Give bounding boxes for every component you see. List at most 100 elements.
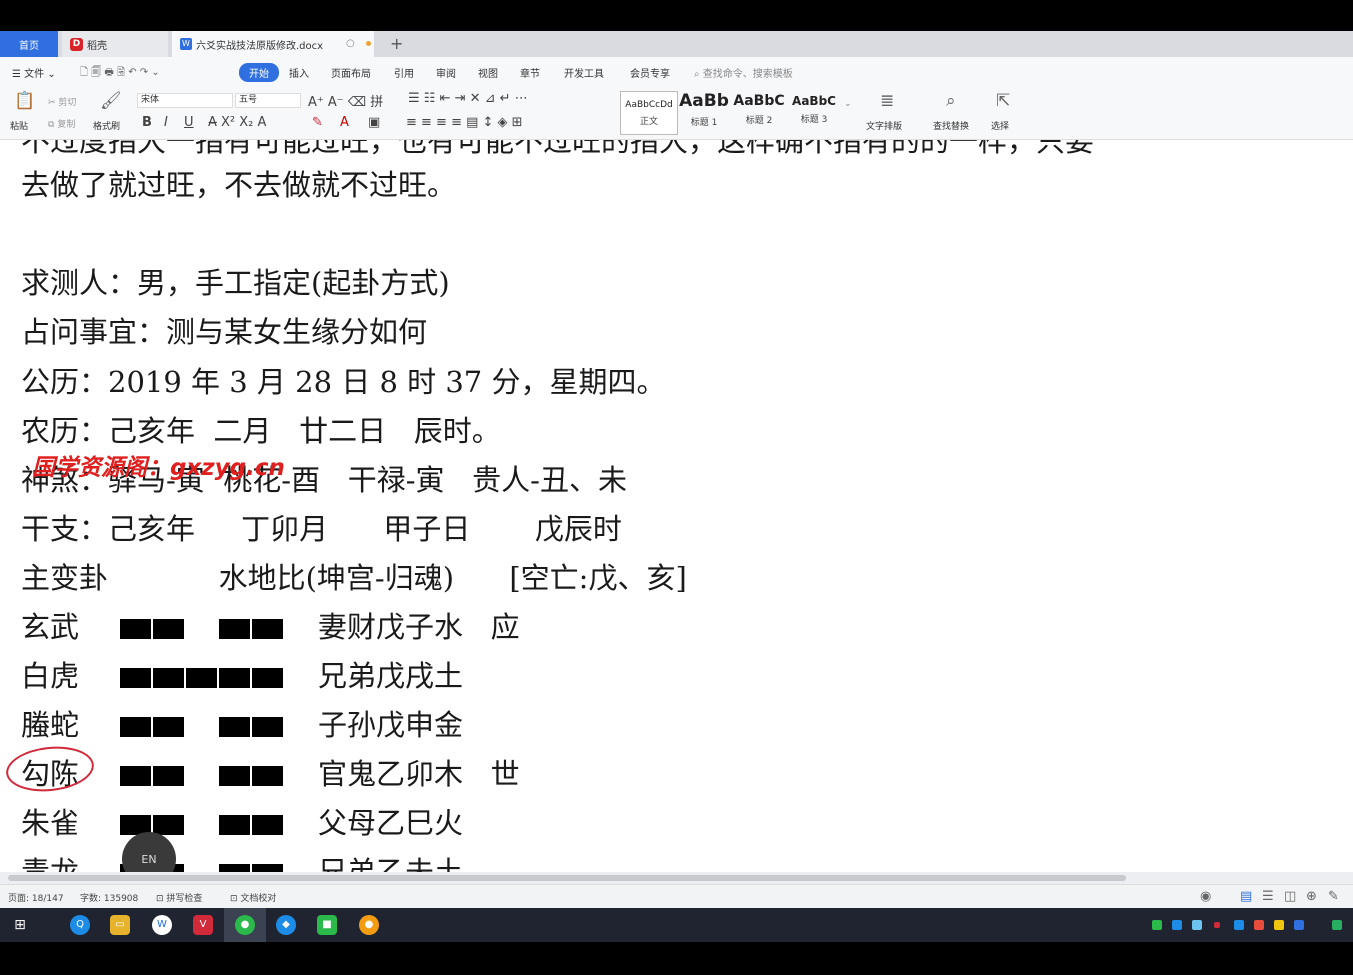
- paste-button-label[interactable]: 粘贴: [10, 119, 28, 132]
- tray-icon[interactable]: [1254, 920, 1264, 930]
- new-tab-icon[interactable]: +: [390, 34, 403, 53]
- yao-segment: [219, 864, 284, 872]
- browser-icon[interactable]: Q: [70, 915, 90, 935]
- media-player-icon[interactable]: ●: [359, 915, 379, 935]
- style-normal[interactable]: AaBbCcDd 正文: [620, 91, 678, 135]
- tab-close-icon[interactable]: ○: [346, 38, 355, 49]
- tray-icon[interactable]: [1214, 922, 1220, 928]
- menu-references[interactable]: 引用: [394, 65, 414, 80]
- quick-access-icons[interactable]: 🗋 🗐 🖶 🗟 ↶ ↷ ⌄: [80, 65, 160, 82]
- style-heading-2-sample: AaBbC: [733, 93, 785, 109]
- horizontal-scrollbar-thumb[interactable]: [8, 875, 1126, 881]
- strikethrough-superscript-subscript-icons[interactable]: A̶ X² X₂ A: [208, 115, 266, 130]
- select-button[interactable]: 选择: [991, 119, 1009, 132]
- menu-insert[interactable]: 插入: [289, 65, 309, 80]
- menu-review[interactable]: 审阅: [436, 65, 456, 80]
- yao-segment: [219, 619, 284, 639]
- spell-check[interactable]: ⊡ 拼写检查: [156, 891, 202, 904]
- reading-view-icon[interactable]: ◫: [1284, 889, 1296, 904]
- word-count[interactable]: 字数: 135908: [80, 891, 138, 904]
- font-size-select[interactable]: 五号: [235, 93, 301, 108]
- yao-segment: [120, 668, 284, 688]
- file-explorer-icon[interactable]: ▭: [110, 915, 130, 935]
- ribbon-toolbar: 📋 粘贴 ✂ 剪切 ⧉ 复制 🖌 格式刷 宋体 五号 A⁺ A⁻ ⌫ 拼 B I…: [0, 87, 1353, 140]
- menu-file[interactable]: ☰ 文件 ⌄: [12, 65, 56, 80]
- font-color-icon[interactable]: A: [340, 115, 349, 130]
- bluetooth-icon[interactable]: [1234, 920, 1244, 930]
- watermark-text: 国学资源阁：gxzyg.cn: [32, 455, 285, 481]
- style-normal-sample: AaBbCcDd: [625, 100, 673, 110]
- wps-app-icon[interactable]: W: [152, 915, 172, 935]
- wps-writer-icon[interactable]: V: [193, 915, 213, 935]
- page-view-icon[interactable]: ▤: [1240, 889, 1252, 904]
- italic-icon[interactable]: I: [164, 115, 168, 130]
- find-replace-icon[interactable]: ⌕: [946, 91, 956, 111]
- doc-line-querent: 求测人：男，手工指定(起卦方式): [21, 266, 450, 300]
- tab-daoke[interactable]: D 稻壳: [62, 31, 168, 57]
- bold-icon[interactable]: B: [142, 115, 152, 130]
- styles-more-icon[interactable]: ⌄: [844, 99, 852, 109]
- tray-icon[interactable]: [1192, 920, 1202, 930]
- font-grow-shrink-icons[interactable]: A⁺ A⁻ ⌫ 拼: [308, 91, 383, 110]
- underline-icon[interactable]: U: [184, 115, 194, 130]
- web-view-icon[interactable]: ⊕: [1306, 889, 1317, 904]
- doc-proofread[interactable]: ⊡ 文档校对: [230, 891, 276, 904]
- menu-view[interactable]: 视图: [478, 65, 498, 80]
- format-painter-icon[interactable]: 🖌: [100, 91, 122, 111]
- select-cursor-icon[interactable]: ⇱: [996, 91, 1010, 111]
- write-mode-icon[interactable]: ✎: [1328, 889, 1339, 904]
- find-replace-button[interactable]: 查找替换: [933, 119, 969, 132]
- yao-spirit: 螣蛇: [21, 708, 80, 742]
- font-family-value: 宋体: [141, 95, 160, 105]
- highlight-icon[interactable]: ✎: [312, 115, 323, 130]
- eye-protection-icon[interactable]: ◉: [1200, 889, 1211, 904]
- menu-chapter[interactable]: 章节: [520, 65, 540, 80]
- char-border-icon[interactable]: ▣: [368, 115, 380, 130]
- menu-developer[interactable]: 开发工具: [564, 65, 604, 80]
- style-heading-1[interactable]: AaBb 标题 1: [678, 91, 730, 133]
- tab-document[interactable]: W 六爻实战技法原版修改.docx: [172, 31, 374, 57]
- windows-start-icon[interactable]: ⊞: [10, 915, 30, 935]
- network-icon[interactable]: [1332, 920, 1342, 930]
- menu-start[interactable]: 开始: [239, 63, 279, 82]
- yao-segment: [219, 717, 284, 737]
- yao-text: 兄弟戊戌土: [318, 659, 464, 693]
- tab-document-label: 六爻实战技法原版修改.docx: [196, 40, 324, 52]
- page-count[interactable]: 页面: 18/147: [8, 891, 64, 904]
- yao-spirit: 青龙: [21, 855, 80, 872]
- wechat-icon[interactable]: ●: [235, 915, 255, 935]
- scissors-icon: ✂: [48, 98, 56, 108]
- tray-icon[interactable]: [1172, 920, 1182, 930]
- tray-icon[interactable]: [1274, 920, 1284, 930]
- format-painter-label[interactable]: 格式刷: [93, 119, 120, 132]
- outline-view-icon[interactable]: ☰: [1262, 889, 1274, 904]
- document-canvas[interactable]: 不过度指大一指有可能过旺，也有可能不过旺的指大，这样确不指有的的一样，只要 去做…: [0, 140, 1353, 872]
- status-bar: 页面: 18/147 字数: 135908 ⊡ 拼写检查 ⊡ 文档校对 ◉ ▤ …: [0, 884, 1353, 908]
- paste-icon[interactable]: 📋: [14, 91, 35, 111]
- command-search[interactable]: ⌕ 查找命令、搜索模板: [694, 65, 793, 80]
- doc-line: 去做了就过旺，不去做就不过旺。: [21, 168, 457, 202]
- menu-member[interactable]: 会员专享: [630, 65, 670, 80]
- recorder-icon[interactable]: ■: [317, 915, 337, 935]
- tray-icon[interactable]: [1294, 920, 1304, 930]
- messenger-icon[interactable]: ◆: [276, 915, 296, 935]
- copy-button[interactable]: ⧉ 复制: [48, 117, 75, 130]
- align-icons[interactable]: ≡ ≡ ≡ ≡ ▤ ↕ ◈ ⊞: [406, 115, 523, 130]
- daoke-logo-icon: D: [70, 37, 83, 51]
- horizontal-scrollbar[interactable]: [0, 872, 1353, 884]
- doc-line-question: 占问事宜：测与某女生缘分如何: [21, 315, 428, 349]
- style-heading-2[interactable]: AaBbC 标题 2: [733, 91, 785, 133]
- cut-button[interactable]: ✂ 剪切: [48, 95, 76, 108]
- menu-page-layout[interactable]: 页面布局: [331, 65, 371, 80]
- yao-segment: [219, 766, 284, 786]
- tab-home[interactable]: 首页: [0, 31, 58, 57]
- menu-bar: ☰ 文件 ⌄ 🗋 🗐 🖶 🗟 ↶ ↷ ⌄ 开始 插入 页面布局 引用 审阅 视图…: [0, 57, 1353, 87]
- text-layout-icon[interactable]: ≣: [880, 91, 894, 111]
- list-indent-icons[interactable]: ☰ ☷ ⇤ ⇥ ✕ ⊿ ↵ ⋯: [408, 91, 528, 106]
- style-heading-3[interactable]: AaBbC 标题 3: [788, 91, 840, 133]
- copy-label: 复制: [57, 120, 76, 130]
- tray-icon[interactable]: [1152, 920, 1162, 930]
- font-family-select[interactable]: 宋体: [137, 93, 233, 108]
- text-layout-button[interactable]: 文字排版: [866, 119, 902, 132]
- ime-floating-button[interactable]: EN: [122, 832, 176, 872]
